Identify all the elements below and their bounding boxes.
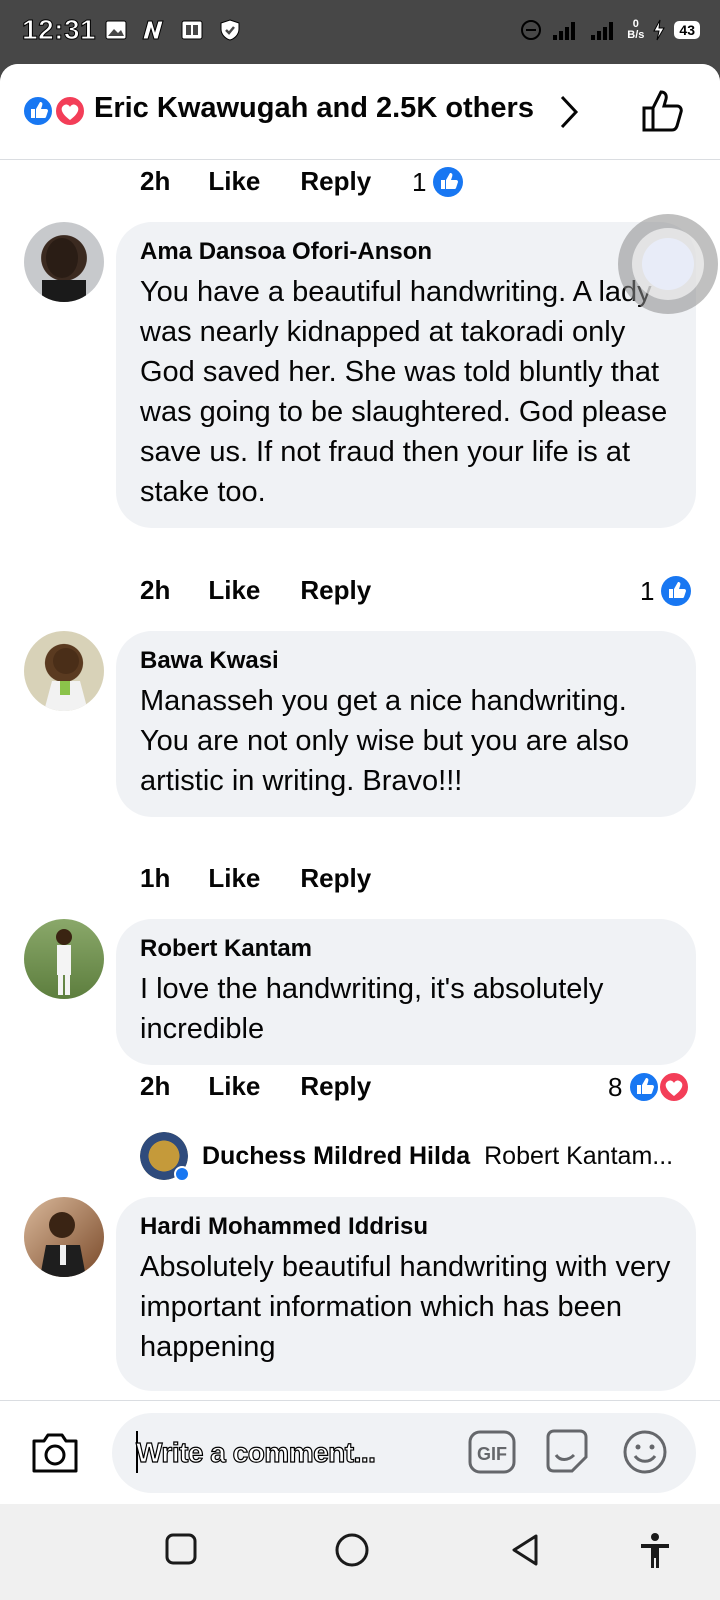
status-notification-icons bbox=[104, 18, 242, 42]
love-reaction-icon bbox=[658, 1071, 691, 1103]
avatar[interactable] bbox=[24, 631, 104, 711]
comment-text: Absolutely beautiful handwriting with ve… bbox=[140, 1251, 671, 1363]
reaction-count[interactable]: 1 bbox=[412, 166, 464, 198]
comment-bubble[interactable]: Robert Kantam I love the handwriting, it… bbox=[116, 919, 696, 1065]
signal-3g-icon bbox=[591, 22, 614, 40]
comment-actions: 2h Like Reply bbox=[140, 1071, 411, 1102]
chevron-right-icon bbox=[560, 95, 579, 129]
avatar-person-icon bbox=[56, 929, 72, 995]
back-icon[interactable] bbox=[508, 1532, 542, 1568]
comment-actions: 2h Like Reply bbox=[140, 166, 411, 197]
signal-icon bbox=[553, 22, 576, 40]
avatar[interactable] bbox=[24, 919, 104, 999]
like-reaction-icon bbox=[661, 576, 692, 606]
verified-badge-icon bbox=[174, 1166, 190, 1182]
status-system-icons: 0 B/s 43 bbox=[519, 18, 700, 42]
reply-button[interactable]: Reply bbox=[300, 166, 371, 197]
status-bar: 12:31 0 B/s 43 bbox=[0, 0, 720, 64]
comment-time: 2h bbox=[140, 1071, 171, 1101]
like-button[interactable]: Like bbox=[208, 575, 260, 606]
reply-text: Robert Kantam... bbox=[484, 1141, 674, 1170]
comment-author[interactable]: Ama Dansoa Ofori-Anson bbox=[140, 238, 672, 266]
network-speed-unit: B/s bbox=[627, 29, 645, 41]
avatar-person-icon bbox=[42, 238, 86, 302]
gif-label: GIF bbox=[477, 1444, 507, 1464]
reactions-summary: Eric Kwawugah and 2.5K others bbox=[94, 92, 534, 124]
thumbs-up-icon[interactable] bbox=[640, 88, 686, 134]
comment-author[interactable]: Robert Kantam bbox=[140, 935, 672, 963]
reply-preview[interactable]: Duchess Mildred Hilda Robert Kantam... bbox=[140, 1132, 674, 1182]
like-button[interactable]: Like bbox=[208, 863, 260, 894]
floating-assistive-button[interactable] bbox=[618, 214, 718, 314]
do-not-disturb-icon bbox=[521, 20, 542, 40]
assistive-button-core bbox=[642, 238, 694, 290]
reaction-count[interactable]: 8 bbox=[608, 1071, 691, 1103]
comment-text: Manasseh you get a nice handwriting. You… bbox=[140, 685, 630, 797]
comment-bubble[interactable]: Ama Dansoa Ofori-Anson You have a beauti… bbox=[116, 222, 696, 528]
news-app-icon bbox=[181, 20, 203, 40]
emoji-icon[interactable] bbox=[620, 1427, 670, 1477]
battery-level: 43 bbox=[674, 21, 700, 39]
reaction-icons bbox=[22, 95, 86, 127]
comment-actions: 2h Like Reply bbox=[140, 575, 411, 606]
charging-icon bbox=[653, 19, 666, 41]
comment-time: 1h bbox=[140, 863, 171, 893]
camera-icon[interactable] bbox=[30, 1429, 80, 1475]
comment-input[interactable]: Write a comment... GIF bbox=[112, 1413, 696, 1493]
shield-icon bbox=[220, 19, 240, 41]
reply-author[interactable]: Duchess Mildred Hilda bbox=[202, 1142, 470, 1171]
reaction-count-value: 8 bbox=[608, 1071, 623, 1102]
network-speed: 0 B/s bbox=[627, 19, 644, 41]
system-navigation-bar bbox=[0, 1504, 720, 1600]
status-time: 12:31 bbox=[21, 14, 97, 46]
comment-text: You have a beautiful handwriting. A lady… bbox=[140, 276, 668, 508]
comments-sheet: Eric Kwawugah and 2.5K others 2h Like Re… bbox=[0, 64, 720, 1504]
comments-feed[interactable]: 2h Like Reply 1 Ama Dansoa Ofori-Anson Y… bbox=[0, 160, 720, 1470]
reply-button[interactable]: Reply bbox=[300, 1071, 371, 1102]
reaction-count-value: 1 bbox=[640, 575, 655, 606]
comment-actions: 1h Like Reply bbox=[140, 863, 411, 894]
comment-placeholder: Write a comment... bbox=[135, 1436, 376, 1468]
sticker-icon[interactable] bbox=[542, 1427, 592, 1477]
reply-button[interactable]: Reply bbox=[300, 863, 371, 894]
reply-avatar bbox=[140, 1132, 190, 1182]
reaction-count[interactable]: 1 bbox=[640, 575, 692, 607]
reply-button[interactable]: Reply bbox=[300, 575, 371, 606]
avatar-person-icon bbox=[40, 1212, 86, 1277]
reactions-header[interactable]: Eric Kwawugah and 2.5K others bbox=[0, 64, 720, 160]
reaction-count-value: 1 bbox=[412, 166, 427, 197]
comment-time: 2h bbox=[140, 575, 171, 605]
comment-time: 2h bbox=[140, 166, 171, 196]
comment-bubble[interactable]: Hardi Mohammed Iddrisu Absolutely beauti… bbox=[116, 1197, 696, 1391]
avatar-person-icon bbox=[44, 648, 88, 711]
gallery-icon bbox=[105, 20, 127, 40]
love-reaction-icon bbox=[54, 95, 86, 127]
gif-icon[interactable]: GIF bbox=[468, 1429, 516, 1475]
accessibility-icon[interactable] bbox=[638, 1532, 672, 1570]
comment-text: I love the handwriting, it's absolutely … bbox=[140, 973, 604, 1045]
comment-author[interactable]: Hardi Mohammed Iddrisu bbox=[140, 1213, 672, 1241]
like-reaction-icon bbox=[433, 167, 464, 197]
recent-apps-icon[interactable] bbox=[164, 1532, 198, 1566]
comment-bubble[interactable]: Bawa Kwasi Manasseh you get a nice handw… bbox=[116, 631, 696, 817]
like-reaction-icon bbox=[628, 1071, 661, 1103]
like-reaction-icon bbox=[22, 95, 54, 127]
like-button[interactable]: Like bbox=[208, 1071, 260, 1102]
avatar[interactable] bbox=[24, 222, 104, 302]
like-button[interactable]: Like bbox=[208, 166, 260, 197]
home-icon[interactable] bbox=[334, 1532, 370, 1568]
app-n-icon bbox=[142, 20, 164, 40]
avatar[interactable] bbox=[24, 1197, 104, 1277]
comment-author[interactable]: Bawa Kwasi bbox=[140, 647, 672, 675]
comment-composer: Write a comment... GIF bbox=[0, 1400, 720, 1504]
reaction-icons bbox=[628, 1071, 691, 1103]
